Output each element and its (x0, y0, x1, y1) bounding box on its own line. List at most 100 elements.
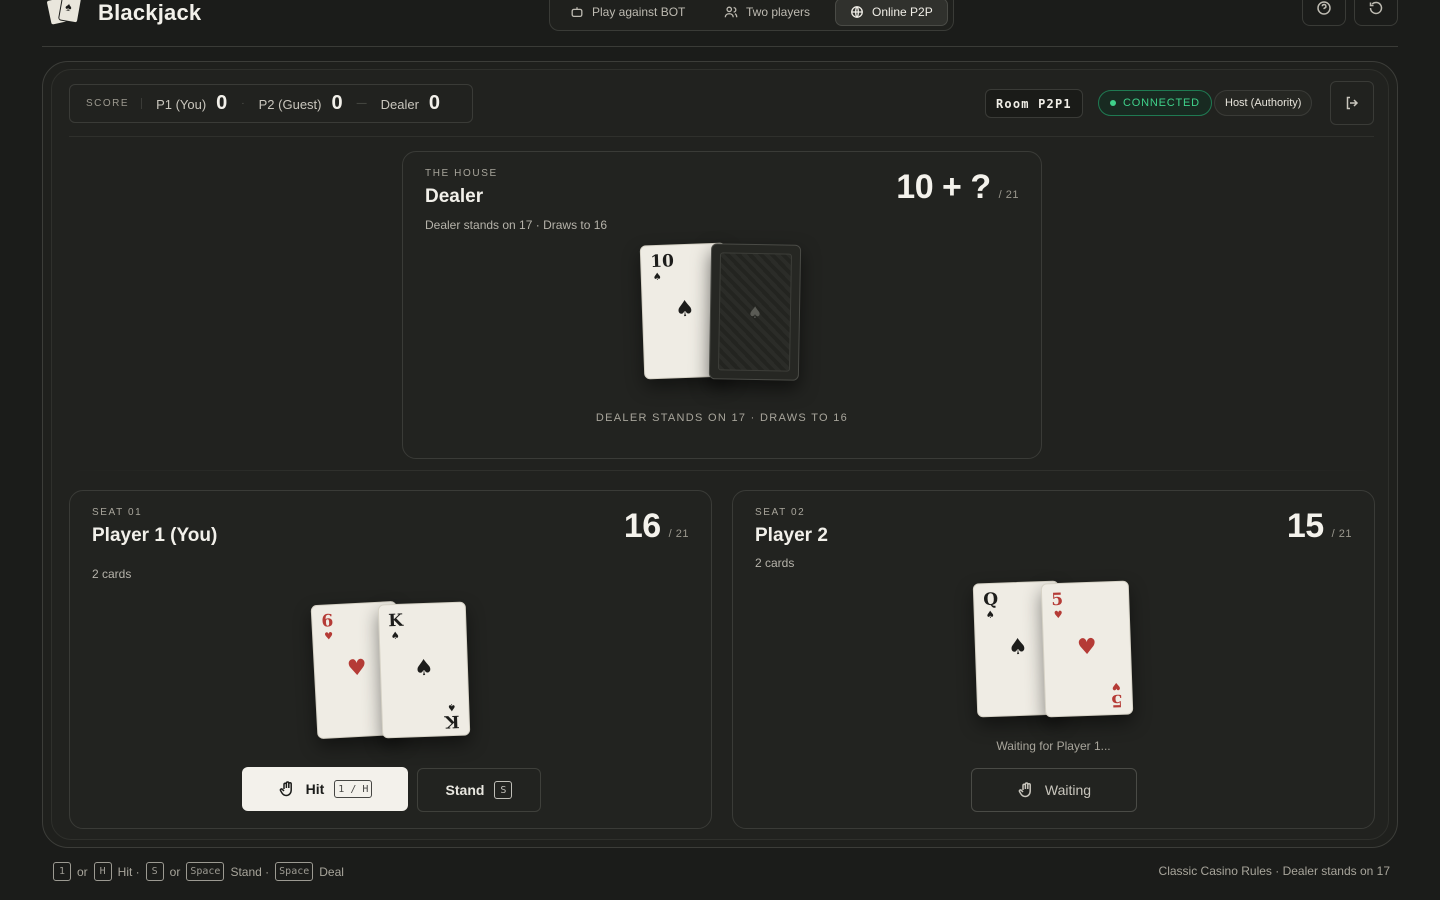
score-dealer: Dealer 0 (381, 92, 440, 115)
card-rank: 10 (649, 251, 675, 273)
hit-button[interactable]: Hit 1 / H (242, 767, 408, 811)
scoreboard: SCORE P1 (You) 0 · P2 (Guest) 0 — Dealer… (69, 84, 473, 123)
hit-label: Hit (305, 781, 325, 797)
stand-label: Stand (445, 782, 485, 798)
player1-total: 16 / 21 (624, 507, 689, 546)
kbd-key: 1 (53, 862, 71, 881)
card-suit: ♥ (1053, 609, 1063, 622)
dealer-footer-note: DEALER STANDS ON 17 · DRAWS TO 16 (595, 412, 849, 424)
dealer-name: Dealer (425, 186, 484, 207)
stand-button[interactable]: Stand S (417, 768, 541, 812)
hand-icon (1018, 782, 1031, 798)
card-suit: ♥ (323, 631, 334, 643)
score-p2: P2 (Guest) 0 (259, 92, 343, 115)
score-dealer-value: 0 (428, 92, 441, 114)
score-p2-value: 0 (331, 92, 343, 114)
mode-label: Two players (746, 5, 811, 19)
kbd-key: Space (275, 862, 314, 881)
stand-shortcut: S (494, 781, 513, 799)
player2-name: Player 2 (755, 525, 828, 546)
refresh-icon (1369, 1, 1383, 14)
card-rank: K (444, 710, 461, 732)
dealer-rule-text: Dealer stands on 17 · Draws to 16 (425, 218, 608, 232)
card-pip: ♠ (413, 655, 435, 682)
hint-text: or (77, 864, 88, 879)
header-divider (69, 136, 1374, 137)
card-corner: 5 ♥ (1110, 679, 1124, 711)
mode-play-bot[interactable]: Play against BOT (556, 0, 699, 26)
card-pip: ♥ (1076, 634, 1098, 661)
help-icon (1317, 0, 1331, 15)
score-separator: · (241, 98, 245, 109)
users-icon (724, 6, 738, 18)
card-back-mark: ♠ (747, 302, 763, 323)
card-suit: ♠ (985, 609, 995, 622)
card-rank: 6 (320, 611, 334, 632)
room-code: Room P2P1 (985, 89, 1083, 118)
card-rank: K (387, 610, 404, 632)
rules-note: Classic Casino Rules · Dealer stands on … (1158, 864, 1390, 878)
score-p1-value: 0 (216, 92, 228, 114)
card-rank: 5 (1110, 689, 1124, 711)
hand-icon (279, 781, 292, 797)
mode-label: Play against BOT (592, 5, 686, 19)
bot-icon (571, 7, 583, 18)
hint-text: Stand · (230, 864, 270, 879)
dealer-total-value: 10 + ? (896, 168, 991, 206)
mode-two-players[interactable]: Two players (710, 0, 824, 26)
waiting-label: Waiting (1044, 782, 1092, 798)
leave-room-button[interactable] (1330, 81, 1374, 125)
table-divider (69, 470, 1374, 471)
mode-online-p2p[interactable]: Online P2P (835, 0, 948, 26)
mode-label: Online P2P (872, 5, 933, 19)
dealer-total-max: / 21 (998, 189, 1019, 201)
face-down-card: ♠ (708, 243, 802, 381)
card-suit: ♠ (652, 271, 662, 284)
player1-panel: SEAT 01 Player 1 (You) 2 cards 16 / 21 6… (69, 490, 712, 829)
connection-status-text: CONNECTED (1123, 97, 1200, 109)
dealer-eyebrow: THE HOUSE (425, 168, 498, 179)
waiting-button: Waiting (971, 768, 1137, 812)
cards-logo-icon (45, 0, 83, 26)
player1-seat: SEAT 01 (92, 507, 143, 518)
kbd-key: Space (186, 862, 225, 881)
mode-switcher: Play against BOT Two players Online P2P (549, 0, 954, 31)
playing-card: K ♠ ♠ K ♠ (377, 601, 471, 739)
card-suit: ♠ (390, 630, 400, 643)
player1-total-max: / 21 (668, 528, 689, 540)
help-button[interactable] (1302, 0, 1346, 26)
logout-icon (1346, 96, 1359, 110)
card-corner: K ♠ (444, 701, 461, 732)
player2-seat: SEAT 02 (755, 507, 806, 518)
table-felt: SCORE P1 (You) 0 · P2 (Guest) 0 — Dealer… (51, 69, 1389, 840)
card-suit: ♥ (1111, 679, 1122, 692)
player1-name: Player 1 (You) (92, 525, 218, 546)
card-rank: 5 (1050, 589, 1064, 611)
playing-card: 5 ♥ ♥ 5 ♥ (1040, 580, 1134, 718)
kbd-key: S (145, 862, 164, 881)
player2-total: 15 / 21 (1287, 507, 1352, 546)
hit-shortcut: 1 / H (334, 780, 373, 798)
role-badge: Host (Authority) (1214, 90, 1313, 116)
reset-button[interactable] (1354, 0, 1398, 26)
waiting-note: Waiting for Player 1... (996, 739, 1111, 753)
hint-text: Deal (319, 864, 344, 879)
hint-text: Hit · (117, 864, 140, 879)
dealer-panel: THE HOUSE Dealer Dealer stands on 17 · D… (402, 151, 1042, 459)
player2-total-max: / 21 (1331, 528, 1352, 540)
score-p1: P1 (You) 0 (156, 92, 227, 115)
kbd-key: H (93, 862, 112, 881)
card-rank: Q (982, 589, 999, 611)
player1-card-count: 2 cards (92, 567, 132, 581)
score-p1-label: P1 (You) (156, 97, 207, 112)
hint-text: or (169, 864, 181, 879)
top-bar: Blackjack Play against BOT Two players O… (42, 0, 1398, 47)
globe-icon (851, 6, 863, 18)
score-dealer-label: Dealer (380, 97, 419, 112)
dealer-total: 10 + ? / 21 (896, 168, 1019, 207)
game-table: SCORE P1 (You) 0 · P2 (Guest) 0 — Dealer… (42, 61, 1398, 848)
player2-total-value: 15 (1286, 507, 1324, 545)
app-title: Blackjack (98, 0, 202, 25)
score-label: SCORE (86, 98, 143, 109)
player1-total-value: 16 (623, 507, 661, 545)
